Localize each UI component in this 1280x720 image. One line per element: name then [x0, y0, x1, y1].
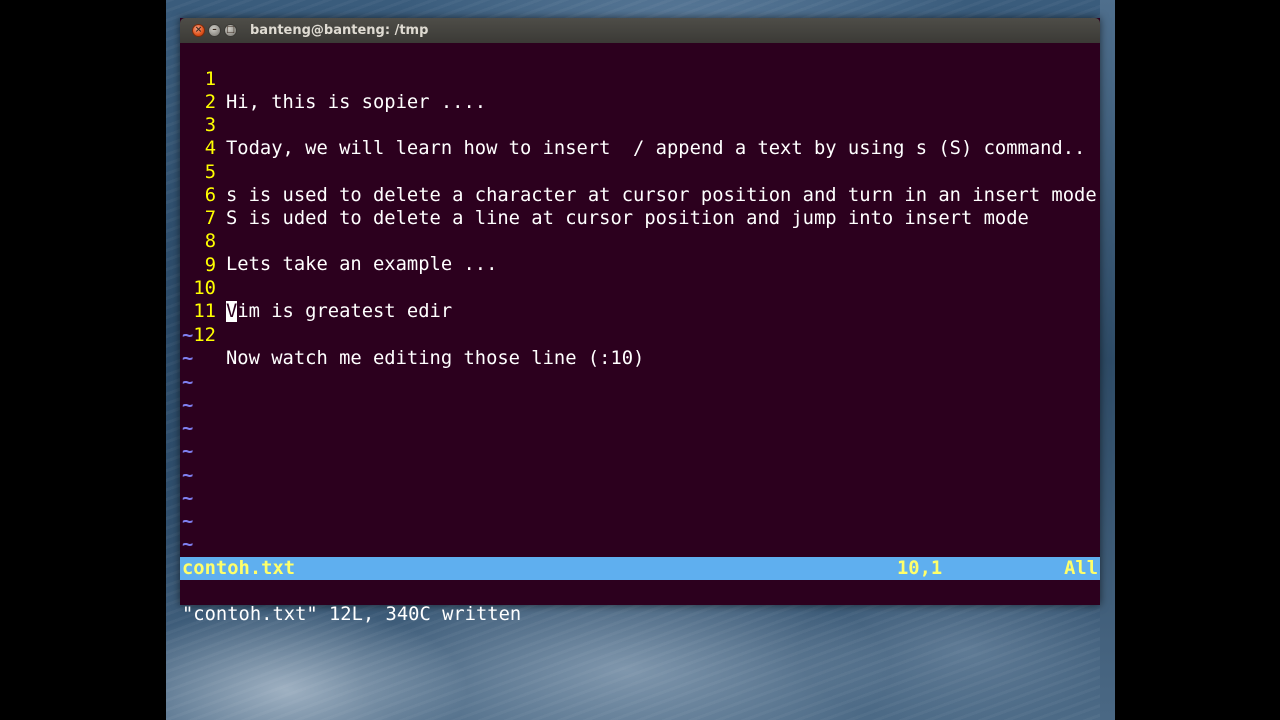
- empty-line-marker: ~: [182, 372, 194, 393]
- minimize-button[interactable]: –: [208, 24, 221, 37]
- empty-line-marker: ~: [182, 534, 194, 555]
- terminal-area[interactable]: 1 Hi, this is sopier .... 2 3 Today, we …: [180, 43, 1100, 625]
- close-icon: ×: [194, 25, 203, 35]
- maximize-icon: □: [226, 25, 235, 35]
- command-line[interactable]: "contoh.txt" 12L, 340C written: [180, 580, 1100, 625]
- command-message: "contoh.txt" 12L, 340C written: [182, 604, 522, 625]
- screen: × – □ banteng@banteng: /tmp 1 Hi, this i…: [0, 0, 1280, 720]
- terminal-window: × – □ banteng@banteng: /tmp 1 Hi, this i…: [180, 18, 1100, 625]
- editor-line: 1 Hi, this is sopier ....: [180, 45, 1100, 113]
- empty-line-marker: ~: [182, 488, 194, 509]
- window-titlebar[interactable]: × – □ banteng@banteng: /tmp: [180, 18, 1100, 43]
- empty-line-marker: ~: [182, 348, 194, 369]
- editor-line: 3 Today, we will learn how to insert / a…: [180, 91, 1100, 159]
- editor-line: 12 Now watch me editing those line (:10): [180, 301, 1100, 369]
- maximize-button[interactable]: □: [224, 24, 237, 37]
- empty-line-marker: ~: [182, 395, 194, 416]
- close-button[interactable]: ×: [192, 24, 205, 37]
- editor-line: 9: [180, 231, 1100, 276]
- status-cursor-position: 10,1: [897, 558, 943, 579]
- editor-line: 11: [180, 277, 1100, 322]
- editor-line: 7: [180, 184, 1100, 229]
- status-scroll-indicator: All: [1064, 558, 1098, 579]
- empty-line-marker: ~: [182, 465, 194, 486]
- empty-line-marker: ~: [182, 441, 194, 462]
- editor-line: 8 Lets take an example ...: [180, 207, 1100, 275]
- status-filename: contoh.txt: [182, 558, 296, 579]
- empty-line-marker: ~: [182, 511, 194, 532]
- vim-statusline: contoh.txt 10,1 All: [180, 557, 1100, 580]
- editor-line: 6 S is uded to delete a line at cursor p…: [180, 161, 1100, 229]
- desktop-edge: [1100, 0, 1115, 720]
- editor-line: 2: [180, 68, 1100, 113]
- empty-line-marker: ~: [182, 418, 194, 439]
- editor-line: 4: [180, 114, 1100, 159]
- editor-line-current: 10 Vim is greatest edir: [180, 254, 1100, 322]
- minimize-icon: –: [212, 25, 217, 35]
- empty-line-marker: ~: [182, 325, 194, 346]
- editor-line: 5 s is used to delete a character at cur…: [180, 138, 1100, 206]
- window-title: banteng@banteng: /tmp: [250, 23, 429, 38]
